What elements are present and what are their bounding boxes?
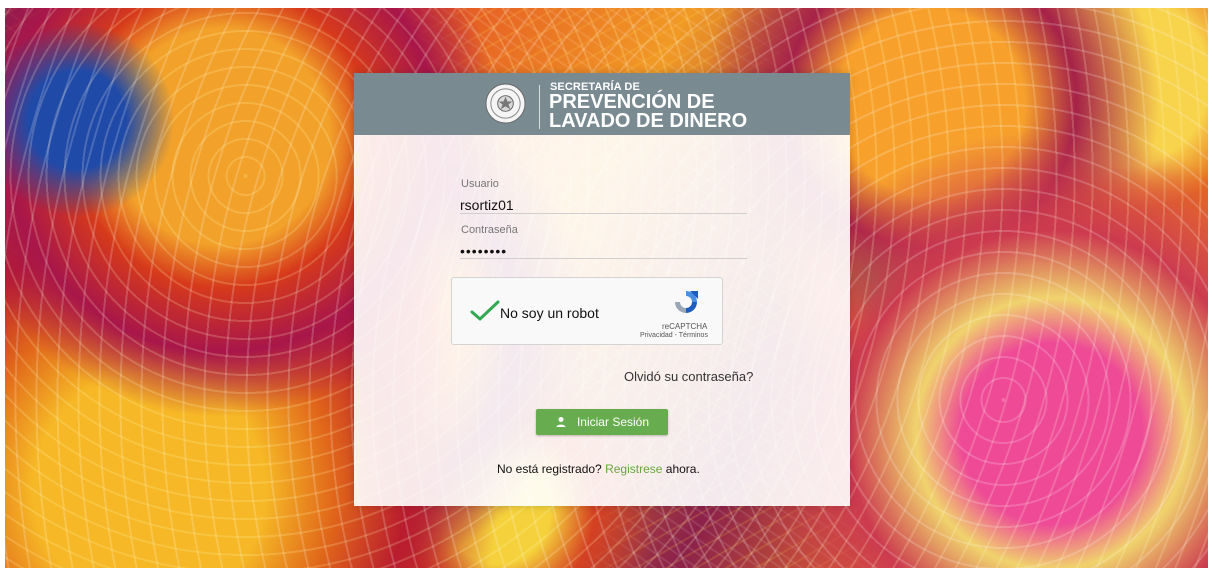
recaptcha-links[interactable]: Privacidad - Términos: [640, 332, 708, 339]
register-text: No está registrado? Registrese ahora.: [497, 462, 700, 476]
brand-title-line-2: LAVADO DE DINERO: [549, 110, 748, 132]
captcha-label: No soy un robot: [500, 305, 599, 321]
login-button[interactable]: Iniciar Sesión: [536, 409, 668, 435]
user-icon: [556, 417, 566, 427]
recaptcha-widget[interactable]: No soy un robot reCAPTCHA Privacidad - T…: [451, 277, 723, 345]
register-suffix: ahora.: [665, 462, 700, 476]
brand-title: PREVENCIÓN DE LAVADO DE DINERO: [549, 92, 748, 132]
header-divider: [539, 85, 540, 129]
national-seal-icon: [485, 83, 526, 124]
password-input[interactable]: [460, 243, 746, 259]
login-card: SECRETARÍA DE PREVENCIÓN DE LAVADO DE DI…: [354, 73, 850, 506]
login-button-label: Iniciar Sesión: [576, 415, 650, 429]
check-icon: [470, 300, 500, 321]
register-link[interactable]: Registrese: [605, 462, 662, 476]
password-label: Contraseña: [461, 224, 518, 236]
recaptcha-brand: reCAPTCHA: [662, 322, 708, 331]
password-underline: [460, 258, 747, 259]
username-label: Usuario: [461, 178, 499, 190]
username-input[interactable]: [460, 197, 746, 213]
register-prefix: No está registrado?: [497, 462, 602, 476]
card-header: SECRETARÍA DE PREVENCIÓN DE LAVADO DE DI…: [354, 73, 850, 135]
forgot-password-link[interactable]: Olvidó su contraseña?: [624, 369, 753, 384]
recaptcha-icon: [675, 291, 698, 313]
username-underline: [460, 213, 747, 214]
